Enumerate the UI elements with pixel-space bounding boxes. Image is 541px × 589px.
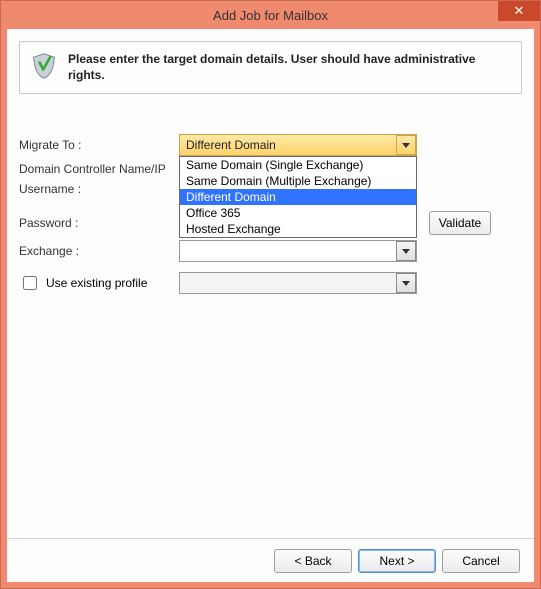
row-migrate-to: Migrate To : Different Domain Same Domai… bbox=[19, 134, 522, 156]
migrate-to-dropdown[interactable]: Different Domain bbox=[179, 134, 417, 156]
window-title: Add Job for Mailbox bbox=[213, 8, 328, 23]
label-password: Password : bbox=[19, 216, 179, 230]
migrate-to-value: Different Domain bbox=[180, 138, 282, 152]
label-username: Username : bbox=[19, 182, 179, 196]
chevron-down-icon[interactable] bbox=[396, 273, 416, 293]
chevron-down-icon[interactable] bbox=[396, 135, 416, 155]
list-item[interactable]: Different Domain bbox=[180, 189, 416, 205]
label-domain-controller: Domain Controller Name/IP bbox=[19, 162, 179, 176]
list-item[interactable]: Hosted Exchange bbox=[180, 221, 416, 237]
cancel-button[interactable]: Cancel bbox=[442, 549, 520, 573]
label-use-existing: Use existing profile bbox=[46, 276, 147, 290]
back-button[interactable]: < Back bbox=[274, 549, 352, 573]
titlebar: Add Job for Mailbox ✕ bbox=[1, 1, 540, 29]
list-item[interactable]: Same Domain (Single Exchange) bbox=[180, 157, 416, 173]
list-item[interactable]: Same Domain (Multiple Exchange) bbox=[180, 173, 416, 189]
close-icon: ✕ bbox=[514, 3, 525, 19]
row-use-existing: Use existing profile bbox=[19, 272, 522, 294]
list-item[interactable]: Office 365 bbox=[180, 205, 416, 221]
chevron-down-icon[interactable] bbox=[396, 241, 416, 261]
close-button[interactable]: ✕ bbox=[498, 1, 540, 21]
form: Migrate To : Different Domain Same Domai… bbox=[19, 134, 522, 534]
profile-dropdown[interactable] bbox=[179, 272, 417, 294]
exchange-dropdown[interactable] bbox=[179, 240, 417, 262]
dialog-window: Add Job for Mailbox ✕ Please enter the t… bbox=[0, 0, 541, 589]
migrate-to-options-list[interactable]: Same Domain (Single Exchange) Same Domai… bbox=[179, 156, 417, 238]
use-existing-checkbox[interactable] bbox=[23, 276, 37, 290]
shield-icon bbox=[30, 52, 58, 80]
validate-button[interactable]: Validate bbox=[429, 211, 491, 235]
client-area: Please enter the target domain details. … bbox=[7, 29, 534, 582]
label-migrate-to: Migrate To : bbox=[19, 138, 179, 152]
row-exchange: Exchange : bbox=[19, 240, 522, 262]
wizard-footer: < Back Next > Cancel bbox=[7, 538, 534, 582]
label-exchange: Exchange : bbox=[19, 244, 179, 258]
next-button[interactable]: Next > bbox=[358, 549, 436, 573]
instructions-text: Please enter the target domain details. … bbox=[68, 52, 511, 83]
instructions-panel: Please enter the target domain details. … bbox=[19, 41, 522, 94]
